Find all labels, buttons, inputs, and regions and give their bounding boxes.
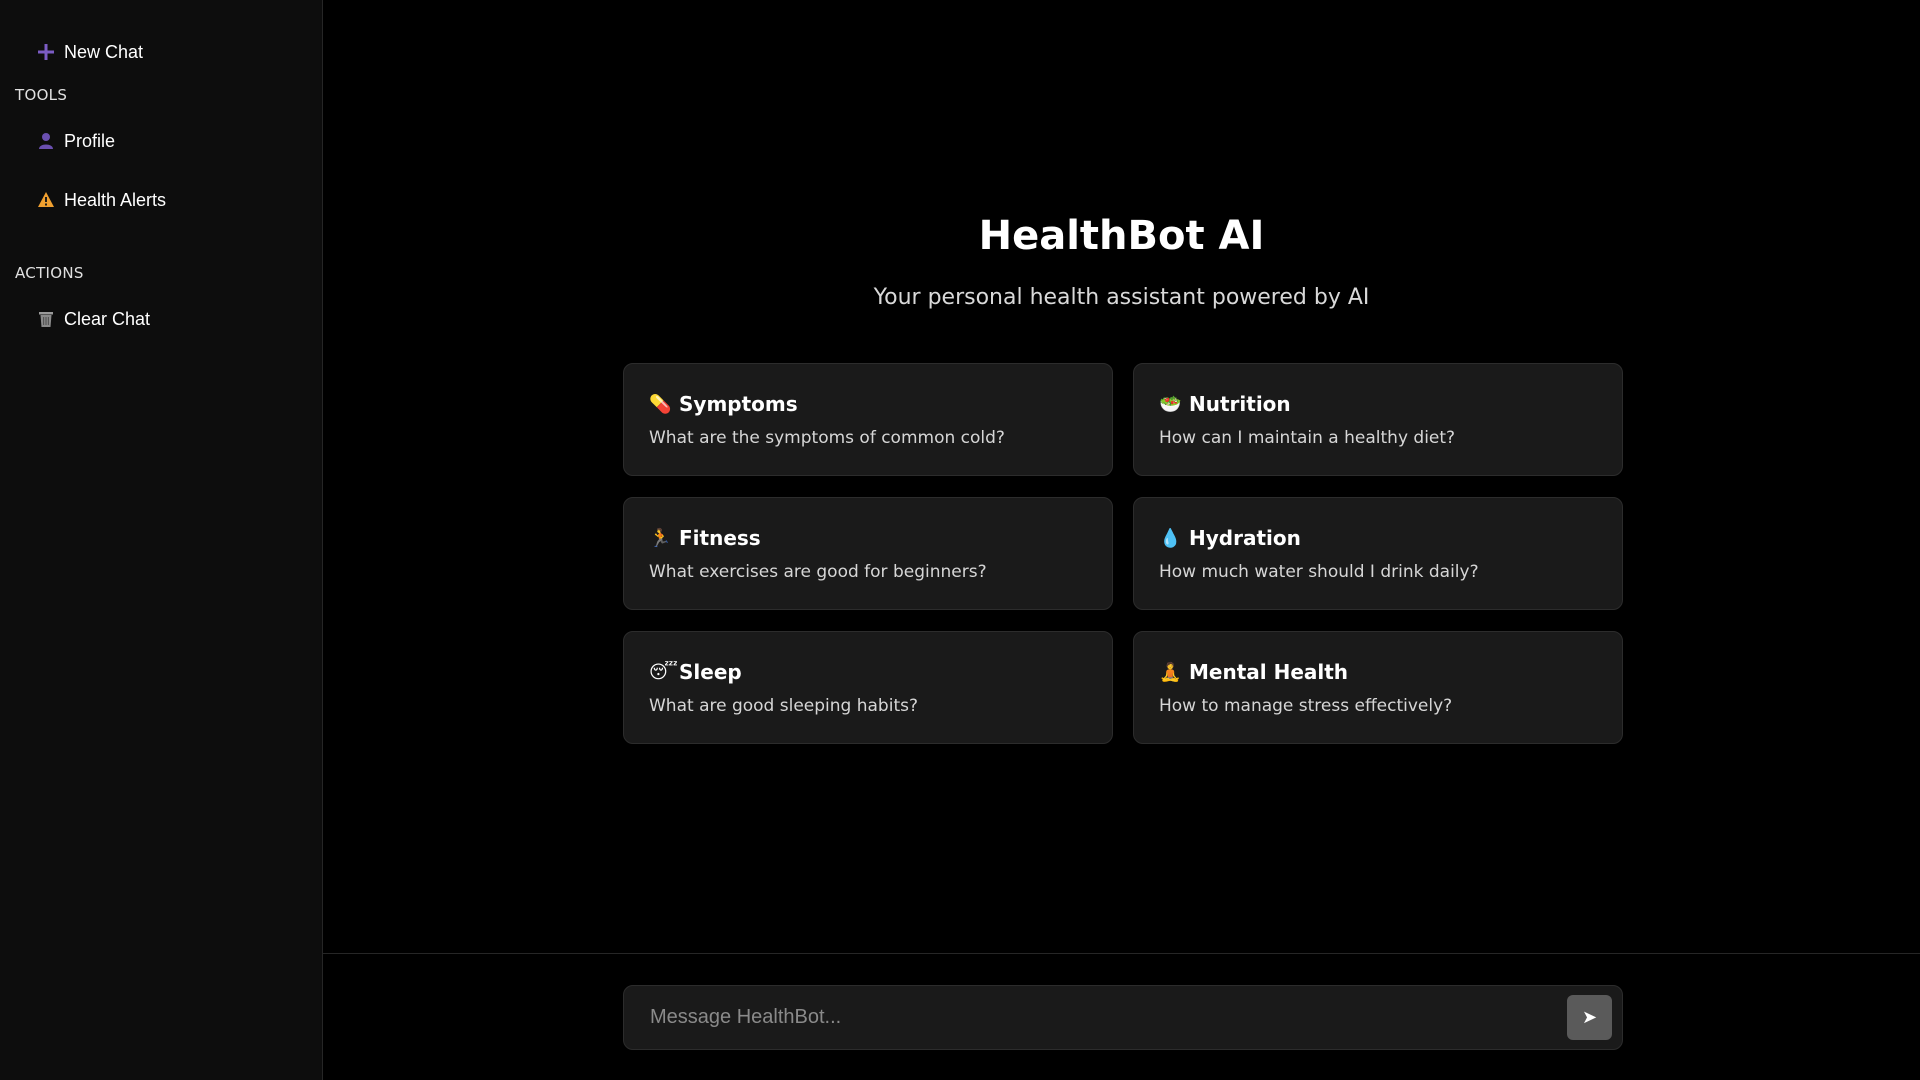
new-chat-label: New Chat — [64, 41, 144, 62]
suggestion-card-fitness[interactable]: 🏃 Fitness What exercises are good for be… — [623, 497, 1113, 610]
page-subtitle: Your personal health assistant powered b… — [873, 285, 1370, 310]
suggestion-card-nutrition[interactable]: 🥗 Nutrition How can I maintain a healthy… — [1133, 363, 1623, 476]
send-icon: ➤ — [1581, 1007, 1598, 1028]
card-header: 🥗 Nutrition — [1159, 392, 1597, 416]
card-header: 😴 Sleep — [649, 660, 1087, 684]
page-title: HealthBot AI — [978, 213, 1265, 259]
sidebar-item-label: Clear Chat — [64, 308, 151, 329]
section-header-actions: ACTIONS — [15, 264, 84, 282]
card-prompt: What exercises are good for beginners? — [649, 562, 987, 582]
suggestion-card-symptoms[interactable]: 💊 Symptoms What are the symptoms of comm… — [623, 363, 1113, 476]
sidebar-item-profile[interactable]: Profile — [36, 126, 115, 156]
droplet-icon: 💧 — [1159, 527, 1182, 549]
message-composer: ➤ — [623, 985, 1623, 1050]
card-title: Mental Health — [1189, 660, 1349, 684]
sidebar: New Chat TOOLS Profile Health Alerts ACT… — [0, 0, 323, 1080]
card-title: Nutrition — [1189, 392, 1291, 416]
suggestion-card-hydration[interactable]: 💧 Hydration How much water should I drin… — [1133, 497, 1623, 610]
runner-icon: 🏃 — [649, 527, 672, 549]
card-prompt: How much water should I drink daily? — [1159, 562, 1479, 582]
card-header: 💊 Symptoms — [649, 392, 1087, 416]
warning-icon — [36, 190, 56, 210]
app-root: New Chat TOOLS Profile Health Alerts ACT… — [0, 0, 1920, 1080]
composer-divider — [323, 953, 1920, 954]
salad-icon: 🥗 — [1159, 393, 1182, 415]
main-panel: HealthBot AI Your personal health assist… — [323, 0, 1920, 1080]
card-header: 💧 Hydration — [1159, 526, 1597, 550]
user-icon — [36, 131, 56, 151]
message-input[interactable] — [648, 1005, 1567, 1030]
sleeping-face-icon: 😴 — [649, 661, 678, 683]
card-title: Sleep — [679, 660, 742, 684]
card-title: Hydration — [1189, 526, 1301, 550]
sidebar-item-label: Health Alerts — [64, 189, 167, 210]
card-prompt: What are good sleeping habits? — [649, 696, 918, 716]
card-prompt: How can I maintain a healthy diet? — [1159, 428, 1456, 448]
card-prompt: What are the symptoms of common cold? — [649, 428, 1005, 448]
sidebar-item-label: Profile — [64, 130, 116, 151]
trash-icon — [36, 309, 56, 329]
suggestion-card-mental-health[interactable]: 🧘 Mental Health How to manage stress eff… — [1133, 631, 1623, 744]
card-prompt: How to manage stress effectively? — [1159, 696, 1453, 716]
sidebar-item-clear-chat[interactable]: Clear Chat — [36, 304, 150, 334]
suggestion-cards: 💊 Symptoms What are the symptoms of comm… — [623, 363, 1623, 744]
pill-icon: 💊 — [649, 393, 672, 415]
sidebar-item-health-alerts[interactable]: Health Alerts — [36, 185, 166, 215]
meditation-icon: 🧘 — [1159, 661, 1182, 683]
card-title: Symptoms — [679, 392, 798, 416]
card-header: 🧘 Mental Health — [1159, 660, 1597, 684]
plus-icon — [36, 42, 56, 62]
card-header: 🏃 Fitness — [649, 526, 1087, 550]
suggestion-card-sleep[interactable]: 😴 Sleep What are good sleeping habits? — [623, 631, 1113, 744]
new-chat-button[interactable]: New Chat — [36, 37, 143, 67]
section-header-tools: TOOLS — [15, 86, 68, 104]
send-button[interactable]: ➤ — [1567, 995, 1612, 1040]
card-title: Fitness — [679, 526, 761, 550]
